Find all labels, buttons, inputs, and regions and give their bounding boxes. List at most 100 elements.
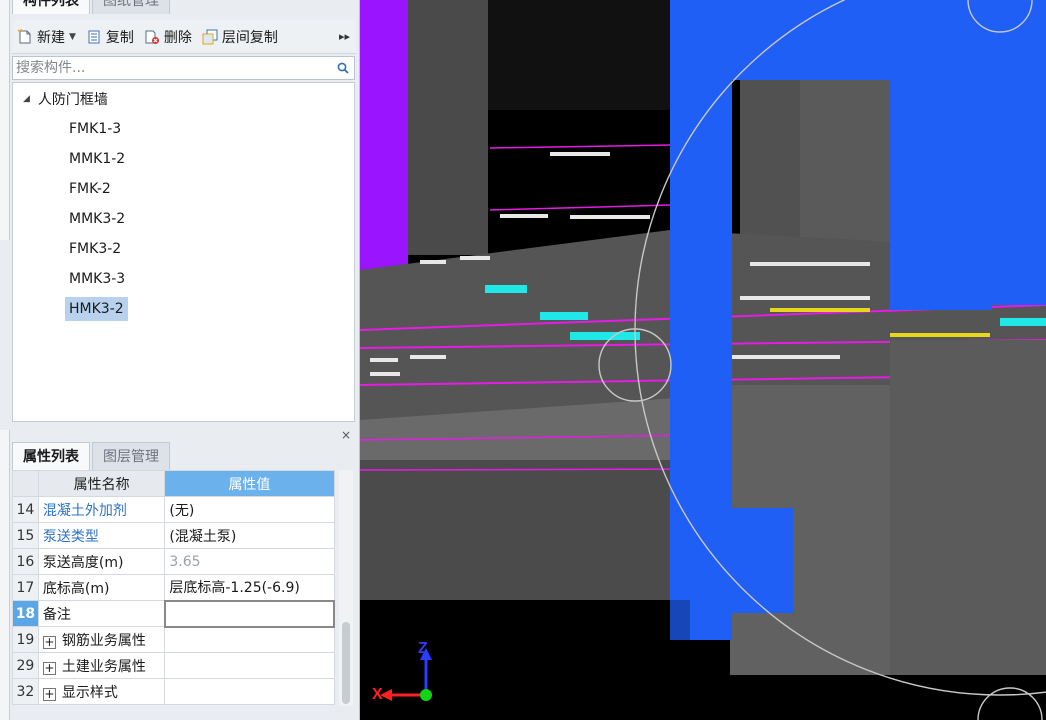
property-value (164, 678, 335, 705)
blue-wall-right (890, 80, 992, 310)
property-name: 泵送高度(m) (37, 548, 166, 575)
row-number: 16 (12, 548, 39, 575)
table-row-group[interactable]: 19 + 钢筋业务属性 (12, 626, 335, 653)
tree-root-label: 人防门框墙 (37, 92, 108, 108)
property-header-row: 属性名称 属性值 (12, 470, 335, 497)
table-row-group[interactable]: 32 + 显示样式 (12, 678, 335, 705)
side-strip-top (0, 0, 10, 240)
property-value-header: 属性值 (164, 470, 335, 497)
blue-wall-shadow (670, 600, 690, 640)
left-panel: 构件列表 图纸管理 新建 ▼ 复制 删除 层间复制 ▸▸ 搜索构件... ◢ 人… (0, 0, 360, 720)
property-scrollbar[interactable] (339, 470, 353, 706)
rebar-line (489, 144, 671, 149)
axis-label-x: X (372, 686, 383, 703)
tab-layer-management[interactable]: 图层管理 (92, 442, 170, 470)
cyan-marker (485, 285, 527, 293)
property-group: + 土建业务属性 (37, 652, 166, 679)
tree-item[interactable]: MMK3-3 (65, 267, 129, 291)
close-icon[interactable]: × (340, 428, 352, 442)
copy-icon (88, 30, 100, 43)
property-index-header (12, 470, 39, 497)
table-row-active[interactable]: 18 备注 (12, 599, 336, 628)
property-group-label: 显示样式 (61, 684, 118, 701)
table-row[interactable]: 15 泵送类型 (混凝土泵) (12, 522, 335, 549)
yellow-marker (890, 333, 990, 337)
purple-wall (360, 0, 408, 270)
property-value[interactable]: (混凝土泵) (164, 522, 335, 549)
delete-button[interactable]: 删除 (139, 24, 197, 50)
row-number: 19 (12, 626, 39, 653)
row-number: 32 (12, 678, 39, 705)
property-name: 混凝土外加剂 (37, 496, 166, 523)
table-row[interactable]: 14 混凝土外加剂 (无) (12, 496, 335, 523)
right-gray-block (890, 340, 1046, 675)
blue-wall-top (732, 0, 992, 80)
tree-item[interactable]: FMK-2 (65, 177, 115, 201)
cyan-marker (540, 312, 588, 320)
3d-scene (360, 0, 1046, 720)
tree-item[interactable]: FMK3-2 (65, 237, 125, 261)
property-value[interactable]: 层底标高-1.25(-6.9) (164, 574, 335, 601)
expand-plus-icon[interactable]: + (42, 661, 56, 675)
scrollbar-thumb[interactable] (342, 622, 350, 704)
tab-drawing-management[interactable]: 图纸管理 (92, 0, 170, 14)
back-wall (488, 0, 670, 110)
remark-value-input[interactable] (163, 599, 336, 628)
cyan-marker (1000, 318, 1046, 326)
property-group-label: 钢筋业务属性 (61, 632, 146, 649)
property-name-header: 属性名称 (37, 470, 166, 497)
component-tree: ◢ 人防门框墙 FMK1-3 MMK1-2 FMK-2 MMK3-2 FMK3-… (12, 82, 355, 422)
rebar-line (489, 204, 671, 211)
property-tabbar: 属性列表 图层管理 (12, 442, 172, 470)
table-row[interactable]: 17 底标高(m) 层底标高-1.25(-6.9) (12, 574, 335, 601)
property-value[interactable]: (无) (164, 496, 335, 523)
blue-lower-block (688, 508, 793, 613)
new-button-label: 新建 (37, 29, 65, 46)
axis-label-z: Z (418, 640, 428, 657)
copy-button-label: 复制 (105, 29, 134, 46)
row-number: 18 (12, 600, 39, 627)
property-name: 备注 (37, 600, 166, 627)
tab-component-list[interactable]: 构件列表 (12, 0, 90, 14)
toolbar-overflow-button[interactable]: ▸▸ (339, 30, 350, 43)
yellow-marker (770, 308, 870, 312)
side-strip-bottom (0, 430, 10, 720)
blue-wall-far-right (980, 0, 1046, 305)
row-number: 17 (12, 574, 39, 601)
property-name: 泵送类型 (37, 522, 166, 549)
lower-slab (360, 460, 680, 600)
copy-button[interactable]: 复制 (81, 24, 139, 50)
property-value (164, 626, 335, 653)
property-value[interactable]: 3.65 (164, 548, 335, 575)
tree-item[interactable]: FMK1-3 (65, 117, 125, 141)
row-number: 15 (12, 522, 39, 549)
tree-item-selected[interactable]: HMK3-2 (65, 297, 128, 321)
property-name: 底标高(m) (37, 574, 166, 601)
expand-caret-icon[interactable]: ◢ (23, 94, 30, 104)
component-tabbar: 构件列表 图纸管理 (12, 0, 172, 14)
row-number: 29 (12, 652, 39, 679)
new-button[interactable]: 新建 ▼ (12, 24, 81, 50)
tree-item[interactable]: MMK1-2 (65, 147, 129, 171)
table-row[interactable]: 16 泵送高度(m) 3.65 (12, 548, 335, 575)
property-group: + 显示样式 (37, 678, 166, 705)
expand-plus-icon[interactable]: + (42, 687, 56, 701)
search-icon[interactable] (332, 57, 354, 79)
delete-button-label: 删除 (163, 29, 192, 46)
delete-icon (145, 30, 159, 44)
chevron-down-icon: ▼ (69, 31, 76, 42)
guide-circle-small (977, 687, 1043, 720)
tab-property-list[interactable]: 属性列表 (12, 442, 90, 470)
3d-viewport[interactable]: Z X (360, 0, 1046, 720)
far-column (740, 80, 800, 255)
floor-copy-button[interactable]: 层间复制 (197, 24, 283, 50)
search-box (12, 56, 355, 80)
tree-root-node[interactable]: ◢ 人防门框墙 (23, 89, 108, 109)
tree-item[interactable]: MMK3-2 (65, 207, 129, 231)
property-table: 属性名称 属性值 14 混凝土外加剂 (无) 15 泵送类型 (混凝土泵) 16… (12, 470, 336, 705)
search-input[interactable] (13, 57, 332, 79)
component-toolbar: 新建 ▼ 复制 删除 层间复制 ▸▸ (12, 20, 356, 54)
expand-plus-icon[interactable]: + (42, 635, 56, 649)
floor-copy-button-label: 层间复制 (221, 29, 278, 46)
table-row-group[interactable]: 29 + 土建业务属性 (12, 652, 335, 679)
